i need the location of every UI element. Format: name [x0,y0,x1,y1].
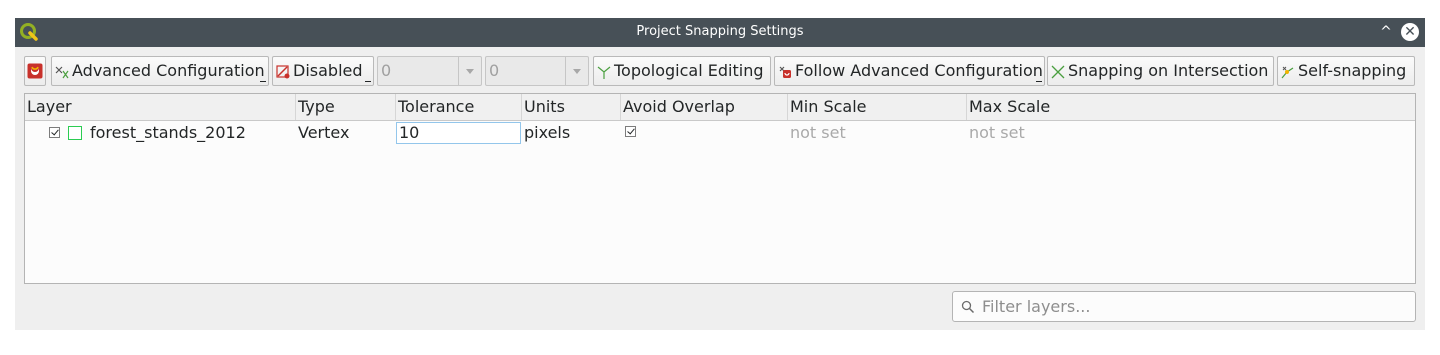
window-title: Project Snapping Settings [636,24,804,39]
snap-type-cell[interactable]: Vertex [298,121,349,145]
min-scale-cell[interactable]: not set [790,121,846,145]
tolerance-value: 0 [381,61,392,80]
self-snapping-icon [1281,66,1294,79]
follow-config-button[interactable]: Follow Advanced Configuration [774,56,1045,86]
snapping-type-icon [276,65,290,79]
advanced-config-icon [55,66,69,79]
layer-enabled-checkbox[interactable] [49,127,60,138]
snapping-intersection-label: Snapping on Intersection [1068,61,1269,80]
column-header-type[interactable]: Type [296,94,396,120]
column-header-tolerance[interactable]: Tolerance [396,94,522,120]
avoid-overlap-checkbox[interactable] [625,126,636,137]
chevron-down-icon[interactable] [565,57,588,85]
snapping-type-label: Disabled [293,61,363,80]
title-bar: Project Snapping Settings ^ ✕ [15,18,1425,47]
units-cell[interactable]: pixels [524,121,570,145]
menu-indicator-icon [260,79,266,82]
tolerance-cell[interactable]: 10 [396,122,521,144]
column-header-max-scale[interactable]: Max Scale [967,94,1415,120]
snapping-mode-button[interactable]: Advanced Configuration [51,56,269,86]
close-button[interactable]: ✕ [1401,23,1419,41]
topological-icon [597,66,611,79]
polygon-layer-icon [68,126,82,140]
units-value: 0 [489,61,500,80]
column-header-layer[interactable]: Layer [25,94,296,120]
enable-snapping-button[interactable] [24,56,46,86]
chevron-down-icon[interactable] [458,57,481,85]
snapping-mode-label: Advanced Configuration [72,61,265,80]
self-snapping-button[interactable]: Self-snapping [1277,56,1415,86]
menu-indicator-icon [1036,79,1042,82]
intersection-icon [1051,65,1065,79]
minimize-button[interactable]: ^ [1377,22,1395,42]
snapping-dialog: Project Snapping Settings ^ ✕ Advanced C… [15,18,1425,330]
follow-config-label: Follow Advanced Configuration [795,61,1043,80]
topological-editing-button[interactable]: Topological Editing [593,56,771,86]
snapping-type-button[interactable]: Disabled [272,56,374,86]
follow-config-icon [779,66,791,78]
magnet-icon [27,63,43,79]
menu-indicator-icon [365,79,371,82]
column-header-units[interactable]: Units [522,94,621,120]
max-scale-cell[interactable]: not set [969,121,1025,145]
filter-placeholder: Filter layers... [982,297,1091,316]
snapping-intersection-button[interactable]: Snapping on Intersection [1047,56,1274,86]
filter-layers-input[interactable]: Filter layers... [952,291,1416,322]
table-header: Layer Type Tolerance Units Avoid Overlap… [25,94,1415,121]
column-header-avoid-overlap[interactable]: Avoid Overlap [621,94,788,120]
layer-table: Layer Type Tolerance Units Avoid Overlap… [24,93,1416,284]
topological-editing-label: Topological Editing [614,61,764,80]
tolerance-spinbox[interactable]: 0 [377,56,482,86]
table-row[interactable]: forest_stands_2012 Vertex 10 pixels not … [25,121,1415,145]
layer-name: forest_stands_2012 [90,123,246,142]
column-header-min-scale[interactable]: Min Scale [788,94,967,120]
self-snapping-label: Self-snapping [1298,61,1407,80]
units-combobox[interactable]: 0 [485,56,589,86]
search-icon [961,300,975,314]
